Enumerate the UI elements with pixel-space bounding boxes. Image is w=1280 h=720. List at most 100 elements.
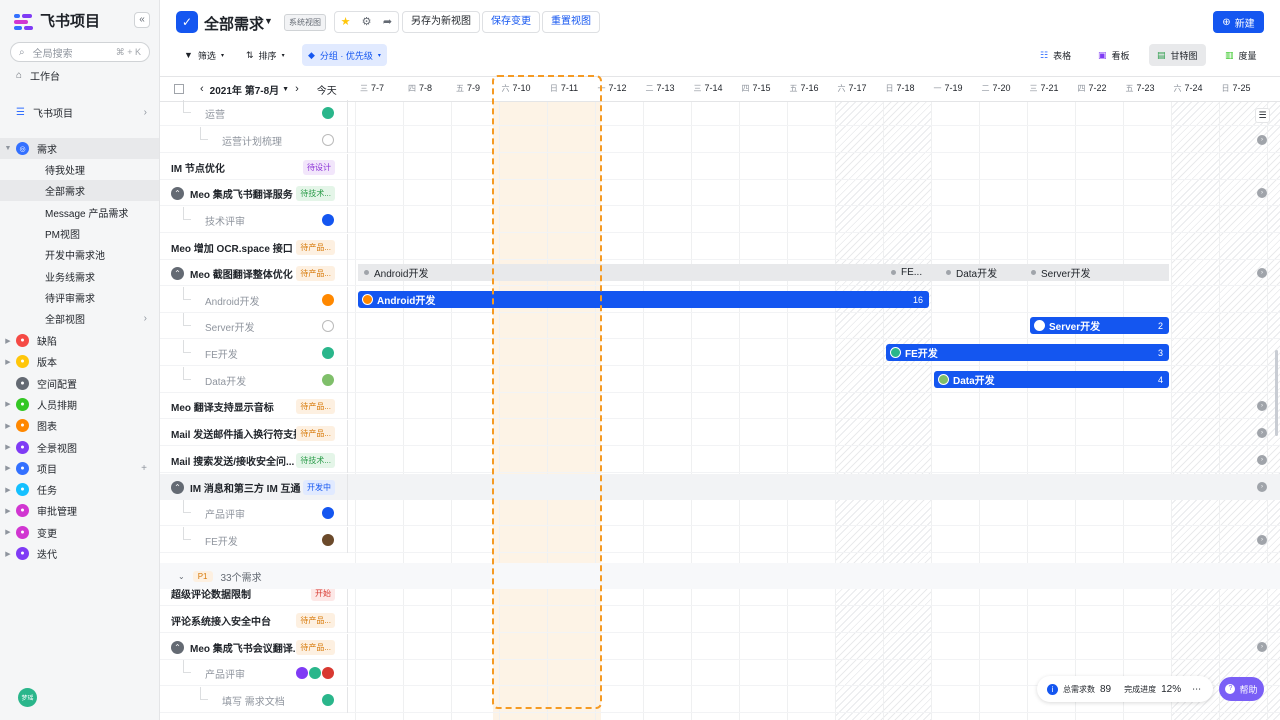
collapse-icon[interactable]: ⌃	[171, 186, 184, 200]
sidebar-item-project[interactable]: ☰ 飞书项目 ›	[0, 102, 159, 123]
row-title-cell[interactable]: Meo 增加 OCR.space 接口 待产品...	[160, 234, 348, 260]
plus-icon[interactable]: +	[141, 463, 147, 474]
summary-bar[interactable]: Android开发 FE... Data开发 Server开发	[358, 264, 1169, 281]
caret-down-icon[interactable]: ▼	[282, 86, 289, 93]
user-avatar[interactable]: 梦瑶	[18, 688, 37, 707]
collapse-sidebar-button[interactable]: «	[134, 12, 150, 28]
table-row[interactable]: Meo 增加 OCR.space 接口 待产品...	[160, 234, 1280, 260]
avatar[interactable]	[322, 214, 334, 226]
collapse-icon[interactable]: ⌃	[171, 480, 184, 494]
scroll-to-bar-icon[interactable]: ›	[1257, 401, 1267, 411]
gantt-task-bar[interactable]: Android开发 16	[358, 291, 929, 308]
table-row[interactable]: Server开发 Server开发 2	[160, 313, 1280, 339]
gear-icon[interactable]: ⚙	[356, 12, 377, 32]
sidebar-item-module[interactable]: ▶ ● 缺陷	[0, 330, 159, 351]
global-search[interactable]: ⌕ 全局搜索 ⌘ + K	[10, 42, 150, 62]
page-title[interactable]: 全部需求	[204, 13, 264, 34]
sort-button[interactable]: ⇅ 排序 ▾	[240, 44, 291, 66]
sidebar-subitem[interactable]: 全部需求	[0, 180, 159, 202]
filter-button[interactable]: ▼ 筛选 ▾	[178, 44, 230, 66]
scroll-to-bar-icon[interactable]: ›	[1257, 268, 1267, 278]
save-as-new-view-button[interactable]: 另存为新视图	[402, 11, 480, 33]
next-arrow-icon[interactable]: ›	[295, 83, 299, 95]
star-icon[interactable]: ★	[335, 12, 356, 32]
sidebar-item-module[interactable]: ▶ ● 审批管理	[0, 500, 159, 521]
table-row[interactable]: Data开发 Data开发 4	[160, 367, 1280, 393]
avatar[interactable]	[322, 667, 334, 679]
row-title-cell[interactable]: IM 节点优化 待设计	[160, 154, 348, 180]
chevron-down-icon[interactable]: ⌄	[178, 572, 185, 581]
sidebar-item-demand[interactable]: ▼ ◎ 需求	[0, 138, 159, 159]
table-row[interactable]: Meo 翻译支持显示音标 待产品... ›	[160, 393, 1280, 419]
avatar[interactable]	[322, 320, 334, 332]
sidebar-subitem[interactable]: PM视图	[0, 223, 159, 244]
view-table[interactable]: ☷ 表格	[1032, 44, 1079, 66]
row-title-cell[interactable]: 运营计划梳理	[160, 127, 348, 153]
gantt-task-bar[interactable]: Data开发 4	[934, 371, 1169, 388]
row-title-cell[interactable]: 评论系统接入安全中台 待产品...	[160, 607, 348, 633]
sidebar-item-module[interactable]: ▶ ● 变更	[0, 522, 159, 543]
row-title-cell[interactable]: FE开发	[160, 340, 348, 366]
scroll-to-bar-icon[interactable]: ›	[1257, 428, 1267, 438]
table-row[interactable]: ⌃ Meo 集成飞书翻译服务 待技术... ›	[160, 180, 1280, 206]
table-row[interactable]: 评论系统接入安全中台 待产品...	[160, 607, 1280, 633]
sidebar-item-workbench[interactable]: ⌂ 工作台	[0, 65, 159, 86]
collapse-icon[interactable]: ⌃	[171, 266, 184, 280]
avatar[interactable]	[322, 107, 334, 119]
row-title-cell[interactable]: 产品评审	[160, 660, 348, 686]
avatar[interactable]	[296, 667, 308, 679]
app-logo[interactable]: 飞书项目	[14, 10, 100, 31]
group-button[interactable]: ◆ 分组 · 优先级 ▾	[302, 44, 387, 66]
avatar[interactable]	[322, 294, 334, 306]
row-title-cell[interactable]: Meo 翻译支持显示音标 待产品...	[160, 393, 348, 419]
row-title-cell[interactable]: ⌃ IM 消息和第三方 IM 互通 开发中	[160, 474, 348, 500]
sidebar-item-module[interactable]: ▶ ● 迭代	[0, 543, 159, 564]
avatar[interactable]	[322, 134, 334, 146]
row-title-cell[interactable]: Mail 搜索发送/接收安全问... 待技术...	[160, 447, 348, 473]
view-gantt[interactable]: ▤ 甘特图	[1149, 44, 1206, 66]
sidebar-item-module[interactable]: ▶ ● 图表	[0, 415, 159, 436]
sidebar-subitem[interactable]: 待评审需求	[0, 287, 159, 308]
reset-view-button[interactable]: 重置视图	[542, 11, 600, 33]
select-all-checkbox[interactable]	[174, 84, 184, 94]
sidebar-item-module[interactable]: ● 空间配置	[0, 373, 159, 394]
new-button[interactable]: ⊕ 新建	[1213, 11, 1264, 33]
table-row[interactable]: FE开发 FE开发 3	[160, 340, 1280, 366]
table-row[interactable]: ⌃ Meo 截图翻译整体优化 待产品... › Android开发 FE... Data开发…	[160, 260, 1280, 286]
selected-date-range[interactable]	[492, 75, 602, 709]
row-title-cell[interactable]: ⌃ Meo 集成飞书翻译服务 待技术...	[160, 180, 348, 206]
sidebar-item-module[interactable]: ▶ ● 人员排期	[0, 394, 159, 415]
scroll-to-bar-icon[interactable]: ›	[1257, 482, 1267, 492]
table-row[interactable]: FE开发 ›	[160, 527, 1280, 553]
table-row[interactable]: IM 节点优化 待设计	[160, 154, 1280, 180]
row-title-cell[interactable]: ⌃ Meo 截图翻译整体优化 待产品...	[160, 260, 348, 286]
help-button[interactable]: ? 帮助	[1219, 677, 1264, 701]
table-row[interactable]: 技术评审	[160, 207, 1280, 233]
avatar[interactable]	[322, 507, 334, 519]
scroll-to-bar-icon[interactable]: ›	[1257, 642, 1267, 652]
sidebar-item-module[interactable]: ▶ ● 全景视图	[0, 437, 159, 458]
row-title-cell[interactable]: 产品评审	[160, 500, 348, 526]
priority-group-header[interactable]: ⌄ P1 33个需求	[160, 563, 1280, 589]
scroll-to-bar-icon[interactable]: ›	[1257, 535, 1267, 545]
month-selector[interactable]: 2021年 第7-8月	[210, 82, 279, 97]
sidebar-item-module[interactable]: ▶ ● 版本	[0, 351, 159, 372]
sidebar-subitem[interactable]: 业务线需求	[0, 266, 159, 287]
save-changes-button[interactable]: 保存变更	[482, 11, 540, 33]
row-title-cell[interactable]: Android开发	[160, 287, 348, 313]
more-icon[interactable]: ⋯	[1192, 684, 1201, 695]
table-row[interactable]: Android开发 Android开发 16	[160, 287, 1280, 313]
today-button[interactable]: 今天	[317, 82, 337, 97]
gantt-task-bar[interactable]: Server开发 2	[1030, 317, 1169, 334]
gantt-task-bar[interactable]: FE开发 3	[886, 344, 1169, 361]
scroll-to-bar-icon[interactable]: ›	[1257, 455, 1267, 465]
table-row[interactable]: 运营计划梳理 ›	[160, 127, 1280, 153]
chevron-down-icon[interactable]: ▼	[264, 16, 273, 26]
sidebar-subitem[interactable]: 全部视图 ›	[0, 308, 159, 329]
sidebar-item-module[interactable]: ▶ ● 项目 +	[0, 458, 159, 479]
avatar[interactable]	[322, 374, 334, 386]
avatar[interactable]	[322, 694, 334, 706]
table-row[interactable]: 运营	[160, 100, 1280, 126]
row-title-cell[interactable]: 技术评审	[160, 207, 348, 233]
sidebar-item-module[interactable]: ▶ ● 任务	[0, 479, 159, 500]
